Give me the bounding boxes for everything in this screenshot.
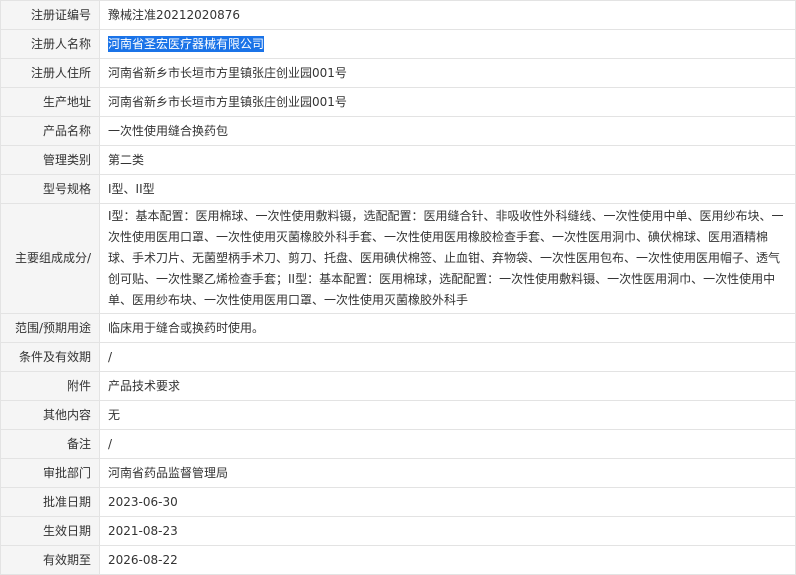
row-label-expiry-date: 有效期至	[0, 545, 100, 575]
registrant-name-cell: 河南省圣宏医疗器械有限公司	[99, 29, 796, 59]
storage-conditions-value: /	[99, 342, 796, 372]
approval-date-value: 2023-06-30	[99, 487, 796, 517]
table-row: 型号规格 I型、II型	[0, 174, 796, 204]
table-row: /主要组成成分 I型：基本配置：医用棉球、一次性使用敷料镊，选配配置：医用缝合针…	[0, 203, 796, 314]
row-label-other-content: 其他内容	[0, 400, 100, 430]
production-address-value: 河南省新乡市长垣市方里镇张庄创业园001号	[99, 87, 796, 117]
effective-date-value: 2021-08-23	[99, 516, 796, 546]
table-row: 范围/预期用途 临床用于缝合或换药时使用。	[0, 313, 796, 343]
management-class-value: 第二类	[99, 145, 796, 175]
row-label-product-name: 产品名称	[0, 116, 100, 146]
row-label-registrant-address: 注册人住所	[0, 58, 100, 88]
table-row: 其他内容 无	[0, 400, 796, 430]
table-row: 生产地址 河南省新乡市长垣市方里镇张庄创业园001号	[0, 87, 796, 117]
row-label-attachment: 附件	[0, 371, 100, 401]
row-label-registration-number: 注册证编号	[0, 0, 100, 30]
table-row: 有效期至 2026-08-22	[0, 545, 796, 575]
row-label-registrant-name: 注册人名称	[0, 29, 100, 59]
registration-number-value: 豫械注准20212020876	[99, 0, 796, 30]
row-label-composition: /主要组成成分	[0, 203, 100, 314]
row-label-model-spec: 型号规格	[0, 174, 100, 204]
table-row: 注册证编号 豫械注准20212020876	[0, 0, 796, 30]
row-label-intended-use: 范围/预期用途	[0, 313, 100, 343]
composition-value: I型：基本配置：医用棉球、一次性使用敷料镊，选配配置：医用缝合针、非吸收性外科缝…	[99, 203, 796, 314]
row-label-approval-department: 审批部门	[0, 458, 100, 488]
table-row: 条件及有效期 /	[0, 342, 796, 372]
row-label-approval-date: 批准日期	[0, 487, 100, 517]
table-row: 产品名称 一次性使用缝合换药包	[0, 116, 796, 146]
row-label-management-class: 管理类别	[0, 145, 100, 175]
table-row: 审批部门 河南省药品监督管理局	[0, 458, 796, 488]
table-row: 生效日期 2021-08-23	[0, 516, 796, 546]
table-row: 备注 /	[0, 429, 796, 459]
composition-label-text: /主要组成成分	[14, 251, 91, 265]
registrant-address-value: 河南省新乡市长垣市方里镇张庄创业园001号	[99, 58, 796, 88]
table-row: 注册人住所 河南省新乡市长垣市方里镇张庄创业园001号	[0, 58, 796, 88]
row-label-production-address: 生产地址	[0, 87, 100, 117]
row-label-effective-date: 生效日期	[0, 516, 100, 546]
row-label-remarks: 备注	[0, 429, 100, 459]
product-name-value: 一次性使用缝合换药包	[99, 116, 796, 146]
table-row: 注册人名称 河南省圣宏医疗器械有限公司	[0, 29, 796, 59]
remarks-value: /	[99, 429, 796, 459]
table-row: 附件 产品技术要求	[0, 371, 796, 401]
intended-use-label-text: 范围/预期用途	[14, 321, 91, 335]
intended-use-value: 临床用于缝合或换药时使用。	[99, 313, 796, 343]
expiry-date-value: 2026-08-22	[99, 545, 796, 575]
row-label-storage-conditions: 条件及有效期	[0, 342, 100, 372]
registration-detail-table: 注册证编号 豫械注准20212020876 注册人名称 河南省圣宏医疗器械有限公…	[0, 0, 796, 575]
other-content-value: 无	[99, 400, 796, 430]
registrant-name-selected-text[interactable]: 河南省圣宏医疗器械有限公司	[108, 36, 265, 52]
approval-department-value: 河南省药品监督管理局	[99, 458, 796, 488]
attachment-value: 产品技术要求	[99, 371, 796, 401]
table-row: 批准日期 2023-06-30	[0, 487, 796, 517]
storage-conditions-label-text: 条件及有效期	[18, 350, 91, 364]
model-spec-value: I型、II型	[99, 174, 796, 204]
table-row: 管理类别 第二类	[0, 145, 796, 175]
